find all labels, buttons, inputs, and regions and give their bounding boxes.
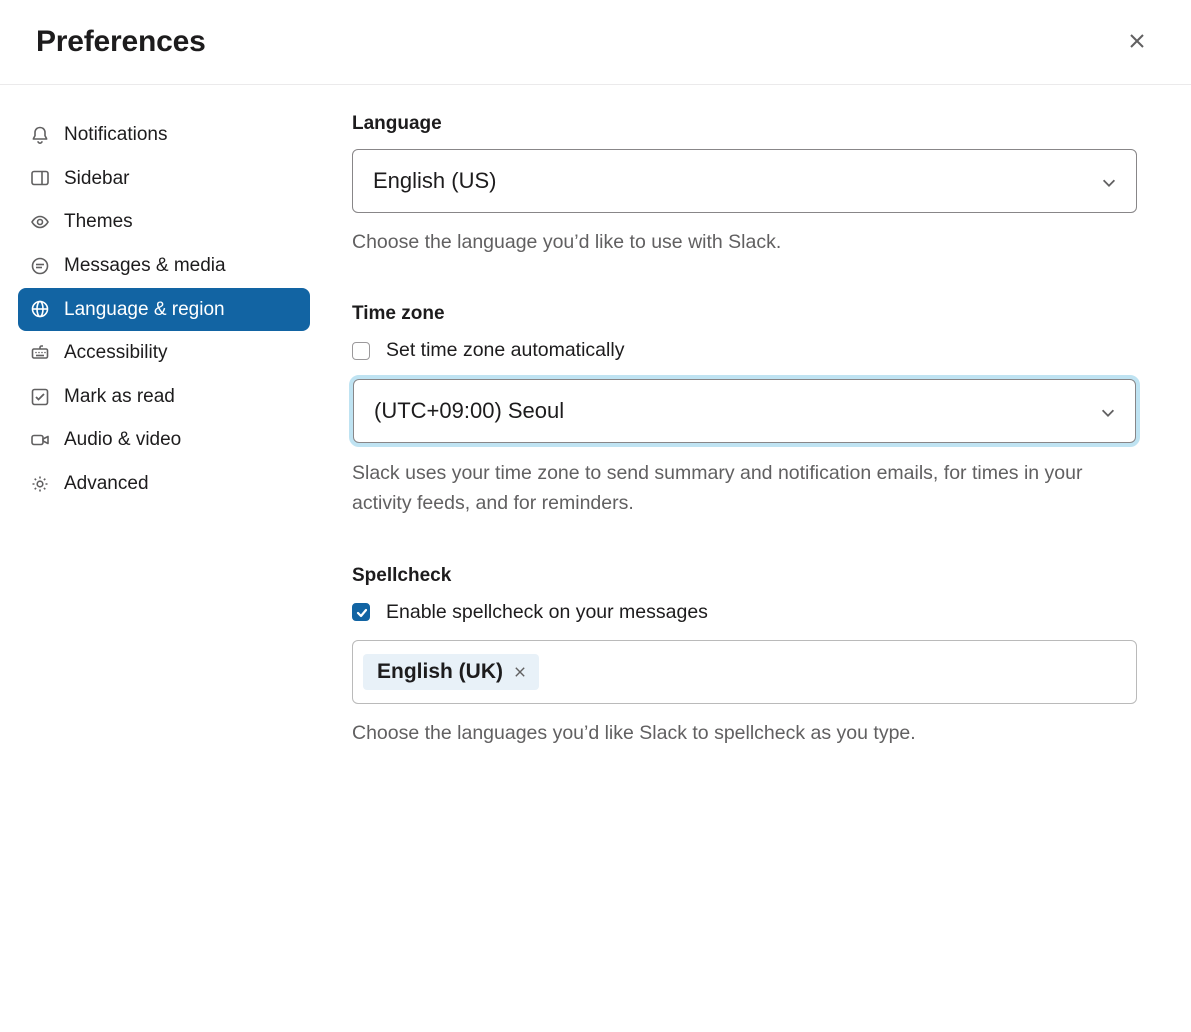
video-icon: [30, 430, 50, 450]
bell-icon: [30, 125, 50, 145]
preferences-sidebar: Notifications Sidebar Themes Messages & …: [0, 113, 320, 794]
sidebar-item-label: Messages & media: [64, 253, 226, 279]
token-remove-button[interactable]: [511, 663, 529, 681]
sidebar-item-label: Notifications: [64, 122, 168, 148]
sidebar-item-label: Accessibility: [64, 340, 167, 366]
language-label: Language: [352, 113, 1137, 135]
sidebar-item-themes[interactable]: Themes: [18, 200, 310, 244]
sidebar-item-label: Advanced: [64, 471, 149, 497]
token-label: English (UK): [377, 660, 503, 684]
sidebar-item-label: Mark as read: [64, 384, 175, 410]
keyboard-icon: [30, 343, 50, 363]
timezone-section: Time zone Set time zone automatically (U…: [352, 303, 1137, 518]
sidebar-item-language-region[interactable]: Language & region: [18, 288, 310, 332]
timezone-select[interactable]: (UTC+09:00) Seoul: [353, 379, 1136, 443]
language-help-text: Choose the language you’d like to use wi…: [352, 227, 1137, 257]
sidebar-item-messages-media[interactable]: Messages & media: [18, 244, 310, 288]
check-square-icon: [30, 387, 50, 407]
timezone-label: Time zone: [352, 303, 1137, 325]
sidebar-item-notifications[interactable]: Notifications: [18, 113, 310, 157]
sidebar-item-accessibility[interactable]: Accessibility: [18, 331, 310, 375]
globe-icon: [30, 299, 50, 319]
close-icon: [1127, 31, 1147, 54]
sidebar-item-label: Audio & video: [64, 427, 181, 453]
preferences-content: Language English (US) Choose the languag…: [320, 113, 1191, 794]
message-icon: [30, 256, 50, 276]
spellcheck-help-text: Choose the languages you’d like Slack to…: [352, 718, 1137, 748]
chevron-down-icon: [1100, 172, 1118, 190]
sidebar-item-label: Sidebar: [64, 166, 130, 192]
sidebar-item-audio-video[interactable]: Audio & video: [18, 418, 310, 462]
timezone-auto-checkbox[interactable]: [352, 342, 370, 360]
sidebar-item-mark-as-read[interactable]: Mark as read: [18, 375, 310, 419]
spellcheck-languages-field[interactable]: English (UK): [352, 640, 1137, 704]
spellcheck-label: Spellcheck: [352, 565, 1137, 587]
timezone-auto-label: Set time zone automatically: [386, 339, 624, 362]
sidebar-item-sidebar[interactable]: Sidebar: [18, 157, 310, 201]
sidebar-item-label: Language & region: [64, 297, 225, 323]
close-button[interactable]: [1119, 24, 1155, 60]
page-title: Preferences: [36, 25, 206, 59]
language-section: Language English (US) Choose the languag…: [352, 113, 1137, 257]
panel-icon: [30, 168, 50, 188]
timezone-help-text: Slack uses your time zone to send summar…: [352, 458, 1137, 518]
preferences-header: Preferences: [0, 0, 1191, 85]
gear-icon: [30, 474, 50, 494]
spellcheck-enable-label: Enable spellcheck on your messages: [386, 601, 708, 624]
sidebar-item-label: Themes: [64, 209, 133, 235]
language-select-value: English (US): [373, 168, 496, 194]
timezone-select-value: (UTC+09:00) Seoul: [374, 398, 564, 424]
chevron-down-icon: [1099, 402, 1117, 420]
spellcheck-language-token: English (UK): [363, 654, 539, 690]
eye-icon: [30, 212, 50, 232]
sidebar-item-advanced[interactable]: Advanced: [18, 462, 310, 506]
spellcheck-enable-checkbox[interactable]: [352, 603, 370, 621]
language-select[interactable]: English (US): [352, 149, 1137, 213]
spellcheck-section: Spellcheck Enable spellcheck on your mes…: [352, 565, 1137, 748]
